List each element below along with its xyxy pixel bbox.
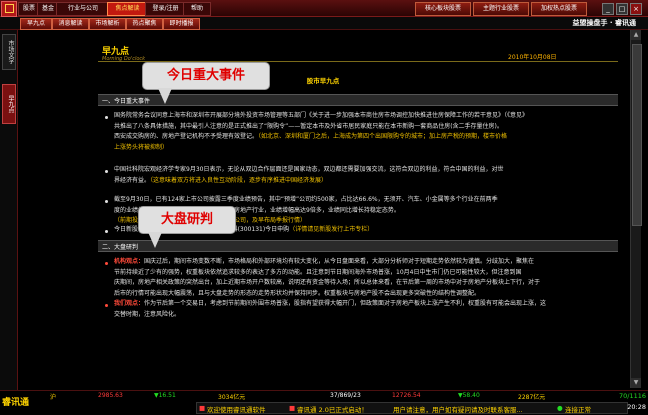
clock: 20:28 [627,403,646,411]
ticker-welcome: 欢迎使用睿讯通软件 [207,406,266,414]
list-item: 我们观点：作为节后第一个交易日，考虑到节前期间外围市场普涨，股指有望获得大幅开门… [114,300,547,318]
sh-index-change: ▼16.51 [154,392,176,399]
center-title: 股市早九点 [306,77,340,85]
bullet-icon [105,262,108,265]
callout-market-study: 大盘研判 [138,206,236,234]
tab-market-analysis[interactable]: 市场解析 [89,18,126,30]
sz-index-change: ▼58.40 [458,392,480,399]
ticker-note: 用户请注意，用户如有疑问请及时联系客服... [393,406,523,414]
scroll-down-icon[interactable]: ▼ [631,378,641,388]
section-header-market: 二、大盘研判 [98,240,618,252]
sz-index-value: 12726.54 [392,392,421,399]
bullet-icon [105,230,108,233]
list-item: 机构观点：国庆过后，期间市场变数不断，市场格局和外部环境均有较大变化，从今日盘面… [114,258,541,297]
callout-pointer [158,88,172,104]
sh-index-label: 沪 [50,394,57,401]
connection-icon: ● [557,404,563,412]
sidebar-tab-market-text[interactable]: 市场文字 [2,34,16,70]
bullet-icon [105,116,108,119]
page-date: 2010年10月08日 [508,54,557,61]
sh-index-value: 2985.63 [98,392,123,399]
callout-today-events: 今日重大事件 [142,62,270,90]
tab-news-interpret[interactable]: 消息解读 [52,18,89,30]
ticker-icon: ■ [199,404,206,412]
minimize-icon[interactable]: _ [602,3,614,15]
bullet-icon [105,170,108,173]
menu-help[interactable]: 帮助 [183,2,211,16]
tab-hot-focus[interactable]: 热点聚焦 [126,18,163,30]
brand-label: 益盟操盘手 · 睿讯通 [572,19,636,27]
section-title: 一、今日重大事件 [102,98,151,105]
tab-instant-report[interactable]: 即时播报 [163,18,200,30]
news-ticker: ■ 欢迎使用睿讯通软件 ■ 睿讯通 2.0已正式启动！ 用户请注意，用户如有疑问… [196,402,628,414]
scroll-up-icon[interactable]: ▲ [631,30,641,40]
ticker-login: 睿讯通 2.0已正式启动！ [297,406,368,414]
bottom-logo: 睿讯通 [2,398,30,408]
weighted-hot-stocks-button[interactable]: 加权热点股票 [531,2,587,16]
theme-industry-stocks-button[interactable]: 主题行业股票 [473,2,529,16]
connection-status: 连接正常 [565,406,591,414]
maximize-icon[interactable]: □ [616,3,628,15]
sz-counts: 37/869/23 [330,392,361,399]
menu-industry-company[interactable]: 行业与公司 [56,2,110,16]
scroll-thumb[interactable] [632,44,642,226]
sh-amount: 3034亿元 [218,394,246,401]
vertical-scrollbar[interactable]: ▲ ▼ [630,30,642,388]
menu-focus[interactable]: 焦点解读 [107,2,148,16]
status-bar: 睿讯通 沪 2985.63 ▼16.51 3034亿元 37/869/23 12… [0,390,648,415]
list-item: 中国社科院宏观经济学专家9月30日表示，无论从双边合作层面还是国家动态，双边都还… [114,166,504,184]
section-header-events: 一、今日重大事件 [98,94,618,106]
sz-amount: 2287亿元 [518,394,546,401]
sidebar-tab-morning-nine[interactable]: 早九点 [2,84,16,124]
close-icon[interactable]: × [630,3,642,15]
core-sector-stocks-button[interactable]: 核心板块股票 [415,2,471,16]
list-item: 国务院常务会议同意上海市和深圳市开展部分境外投资市场管理等五部门《关于进一步加强… [114,112,529,151]
page-counter: 70/1116 [618,392,646,400]
tab-morning-nine[interactable]: 早九点 [20,18,52,30]
callout-pointer [148,232,162,248]
menu-login[interactable]: 登录/注册 [145,2,186,16]
bullet-icon [105,200,108,203]
app-logo-icon [1,1,17,17]
section-title: 二、大盘研判 [102,244,139,251]
bullet-icon [105,304,108,307]
article-pane: 早九点 Morning Do'clock 2010年10月08日 股市早九点 一… [18,30,628,388]
ticker-icon: ■ [289,404,296,412]
